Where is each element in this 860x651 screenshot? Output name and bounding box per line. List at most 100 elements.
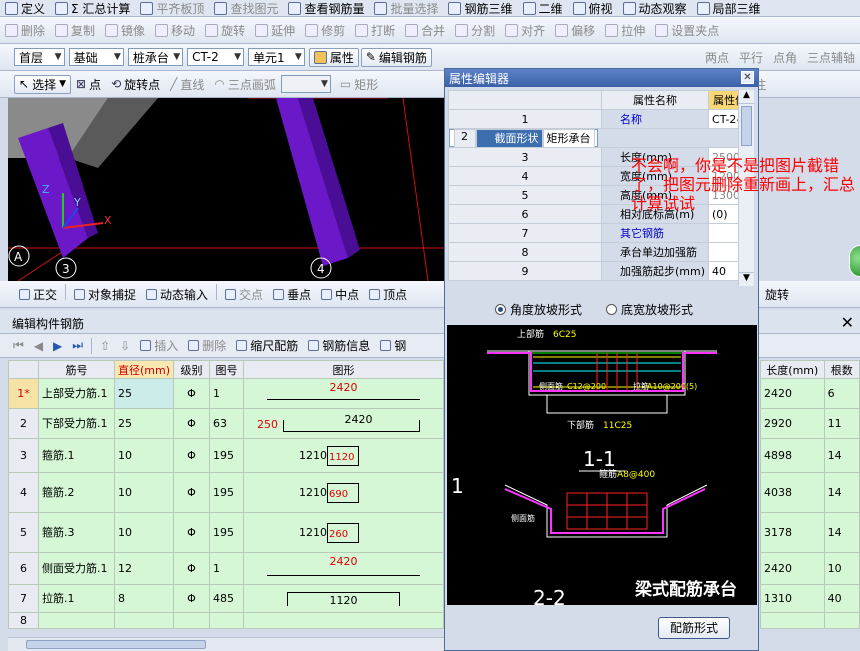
- property-value[interactable]: 矩形承台: [542, 128, 595, 148]
- menu-item[interactable]: 局部三维: [692, 0, 766, 16]
- rect-tool[interactable]: ▭ 矩形: [335, 74, 383, 94]
- figure-cell[interactable]: 195: [209, 438, 245, 473]
- scroll-down-icon[interactable]: ▼: [739, 272, 754, 286]
- last-record-icon[interactable]: ⏭: [67, 336, 88, 356]
- table-row[interactable]: 6 侧面受力筋.1 12 Φ 1 2420: [8, 552, 445, 585]
- edit-tool[interactable]: 设置夹点: [650, 20, 724, 40]
- snap-tool[interactable]: 顶点: [364, 284, 412, 304]
- bar-no-cell[interactable]: 侧面受力筋.1: [38, 552, 115, 585]
- first-record-icon[interactable]: ⏮: [8, 336, 29, 356]
- aux-tool[interactable]: 点角: [768, 47, 802, 67]
- count-cell[interactable]: 11: [823, 408, 860, 439]
- dialog-close-icon[interactable]: ✕: [741, 71, 754, 84]
- menu-item[interactable]: 查找图元: [209, 0, 283, 16]
- diameter-cell[interactable]: 10: [113, 512, 175, 553]
- rotate-point-tool[interactable]: ⟲ 旋转点: [106, 74, 165, 94]
- aux-tool[interactable]: 三点辅轴: [802, 47, 860, 67]
- table-row[interactable]: 5 箍筋.3 10 Φ 195 1210 260: [8, 512, 445, 553]
- length-cell[interactable]: 2420: [760, 378, 825, 409]
- figure-cell[interactable]: 1: [209, 378, 245, 409]
- grade-cell[interactable]: Φ: [173, 438, 211, 473]
- property-row[interactable]: 9 加强筋起步(mm) 40: [448, 261, 752, 281]
- radio-angle-dot[interactable]: [495, 303, 506, 315]
- radio-width-dot[interactable]: [606, 303, 618, 315]
- figure-cell[interactable]: 485: [209, 584, 245, 613]
- prev-record-icon[interactable]: ◀: [29, 336, 48, 356]
- grade-cell[interactable]: Φ: [173, 472, 211, 513]
- bar-no-cell[interactable]: 箍筋.3: [38, 512, 115, 553]
- grid-tool[interactable]: 钢: [375, 336, 411, 356]
- edit-tool[interactable]: 复制: [50, 20, 100, 40]
- snap-tool[interactable]: 对象捕捉: [69, 284, 141, 304]
- grade-cell[interactable]: Φ: [173, 552, 211, 585]
- scroll-thumb[interactable]: [741, 106, 752, 146]
- aux-tool[interactable]: 两点: [700, 47, 734, 67]
- count-cell[interactable]: 14: [823, 512, 860, 553]
- rebar-form-button[interactable]: 配筋形式: [658, 617, 730, 639]
- edit-tool[interactable]: 旋转: [200, 20, 250, 40]
- diameter-cell[interactable]: 25: [113, 378, 175, 409]
- unit-select[interactable]: 单元1 ▼: [247, 48, 305, 66]
- select-button[interactable]: ↖ 选择 ▼: [14, 74, 71, 94]
- length-cell[interactable]: 4038: [760, 472, 825, 513]
- floor-select[interactable]: 首层 ▼: [14, 48, 65, 66]
- menu-item[interactable]: 俯视: [568, 0, 618, 16]
- grade-cell[interactable]: [173, 612, 211, 629]
- menu-item[interactable]: 动态观察: [618, 0, 692, 16]
- next-record-icon[interactable]: ▶: [48, 336, 67, 356]
- type-select[interactable]: 桩承台 ▼: [127, 48, 184, 66]
- radio-width[interactable]: 底宽放坡形式: [606, 301, 693, 318]
- table-row[interactable]: 7 拉筋.1 8 Φ 485 1120: [8, 584, 445, 613]
- diameter-cell[interactable]: [113, 612, 175, 629]
- edit-tool[interactable]: 合并: [400, 20, 450, 40]
- snap-tool[interactable]: 垂点: [268, 284, 316, 304]
- grid-tool[interactable]: 删除: [183, 336, 231, 356]
- figure-cell[interactable]: 195: [209, 472, 245, 513]
- edit-tool[interactable]: 删除: [0, 20, 50, 40]
- line-tool[interactable]: ╱ 直线: [165, 74, 209, 94]
- grade-cell[interactable]: Φ: [173, 512, 211, 553]
- menu-item[interactable]: 定义: [0, 0, 50, 16]
- move-up-icon[interactable]: ⇧: [95, 336, 115, 356]
- scroll-thumb[interactable]: [26, 640, 206, 649]
- grid-tool[interactable]: 插入: [135, 336, 183, 356]
- arc-tool[interactable]: ◠ 三点画弧: [209, 74, 281, 94]
- table-row-right[interactable]: [760, 612, 860, 629]
- edit-tool[interactable]: 对齐: [500, 20, 550, 40]
- close-grid-icon[interactable]: ✕: [841, 313, 854, 332]
- edit-tool[interactable]: 延伸: [250, 20, 300, 40]
- length-cell[interactable]: 2920: [760, 408, 825, 439]
- count-cell[interactable]: 10: [823, 552, 860, 585]
- diameter-cell[interactable]: 25: [113, 408, 175, 439]
- length-cell[interactable]: 2420: [760, 552, 825, 585]
- bar-no-cell[interactable]: 下部受力筋.1: [38, 408, 115, 439]
- bar-no-cell[interactable]: 箍筋.2: [38, 472, 115, 513]
- aux-tool[interactable]: 平行: [734, 47, 768, 67]
- length-cell[interactable]: [760, 612, 825, 629]
- length-cell[interactable]: 4898: [760, 438, 825, 473]
- menu-item[interactable]: 批量选择: [369, 0, 443, 16]
- bar-no-cell[interactable]: [38, 612, 115, 629]
- snap-tool[interactable]: 动态输入: [141, 284, 213, 304]
- table-row-right[interactable]: 4898 14: [760, 438, 860, 473]
- table-row-right[interactable]: 1310 40: [760, 584, 860, 613]
- count-cell[interactable]: 14: [823, 472, 860, 513]
- grade-cell[interactable]: Φ: [173, 408, 211, 439]
- length-cell[interactable]: 1310: [760, 584, 825, 613]
- property-row[interactable]: 7 其它钢筋: [448, 223, 752, 243]
- table-row-right[interactable]: 2420 6: [760, 378, 860, 409]
- table-row[interactable]: 8: [8, 612, 445, 629]
- diameter-cell[interactable]: 12: [113, 552, 175, 585]
- snap-tool[interactable]: 交点: [220, 284, 268, 304]
- diameter-cell[interactable]: 10: [113, 472, 175, 513]
- category-select[interactable]: 基础 ▼: [68, 48, 124, 66]
- side-green-button[interactable]: [849, 245, 860, 277]
- edit-tool[interactable]: 分割: [450, 20, 500, 40]
- menu-item[interactable]: Σ 汇总计算: [50, 0, 135, 16]
- figure-cell[interactable]: 195: [209, 512, 245, 553]
- snap-tool[interactable]: 正交: [14, 284, 62, 304]
- point-tool[interactable]: ⊠ 点: [71, 74, 106, 94]
- rotate-snap[interactable]: 旋转: [760, 284, 794, 304]
- table-row-right[interactable]: 4038 14: [760, 472, 860, 513]
- count-cell[interactable]: 40: [823, 584, 860, 613]
